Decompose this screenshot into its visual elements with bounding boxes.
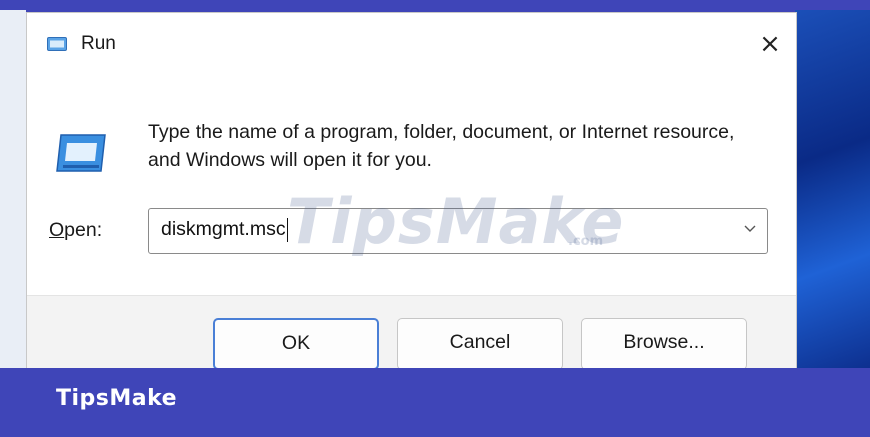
desktop-background-left xyxy=(0,10,26,370)
close-icon: × xyxy=(759,29,781,59)
run-large-icon xyxy=(56,134,106,172)
open-label-accesskey: O xyxy=(49,219,65,241)
top-frame-strip xyxy=(0,0,870,10)
text-caret xyxy=(286,218,288,242)
watermark-domain: .com xyxy=(568,234,604,249)
bottom-banner: TipsMake xyxy=(0,368,870,437)
title-bar[interactable]: Run × xyxy=(27,13,796,75)
close-button[interactable]: × xyxy=(753,27,787,61)
open-label: Open: xyxy=(49,219,102,242)
open-input-value[interactable]: diskmgmt.msc xyxy=(161,218,288,242)
open-combobox[interactable]: diskmgmt.msc xyxy=(148,208,768,254)
cancel-button[interactable]: Cancel xyxy=(397,318,563,370)
window-title: Run xyxy=(81,33,116,54)
open-label-rest: pen: xyxy=(64,219,103,241)
banner-brand-text: TipsMake xyxy=(56,386,178,411)
open-input-text: diskmgmt.msc xyxy=(161,218,286,241)
desktop-wallpaper-right xyxy=(795,10,870,370)
ok-button[interactable]: OK xyxy=(213,318,379,370)
description-text: Type the name of a program, folder, docu… xyxy=(148,121,735,171)
run-app-icon xyxy=(47,37,67,51)
browse-button[interactable]: Browse... xyxy=(581,318,747,370)
chevron-down-icon[interactable] xyxy=(743,221,757,235)
